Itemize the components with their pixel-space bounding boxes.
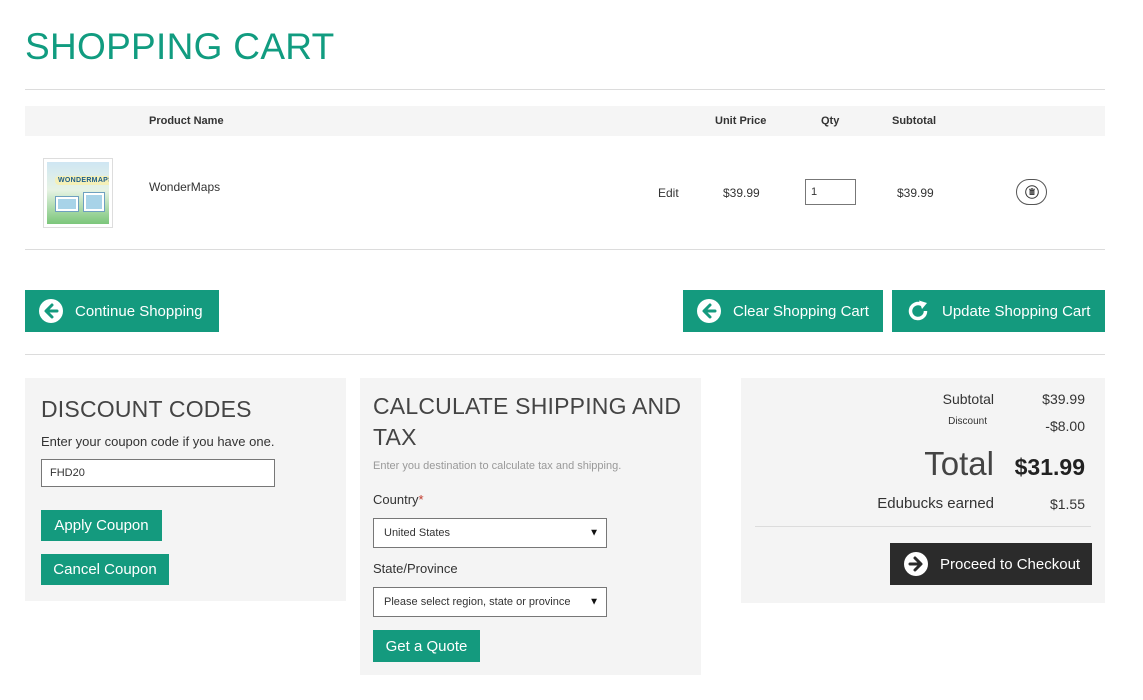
shipping-hint: Enter you destination to calculate tax a… [373, 460, 622, 472]
totals-panel: Subtotal $39.99 Discount -$8.00 Total $3… [741, 378, 1105, 603]
arrow-left-circle-icon [38, 298, 64, 324]
coupon-code-value: FHD20 [50, 467, 85, 479]
product-logo: WONDERMAPS [55, 176, 109, 185]
totals-divider [755, 526, 1091, 527]
clear-cart-label: Clear Shopping Cart [733, 302, 869, 320]
state-select[interactable]: Please select region, state or province … [373, 587, 607, 617]
country-value: United States [384, 527, 451, 539]
header-qty: Qty [821, 115, 840, 127]
trash-icon [1024, 185, 1039, 199]
shipping-panel: CALCULATE SHIPPING AND TAX Enter you des… [360, 378, 701, 675]
dropdown-arrow-icon: ▼ [589, 596, 599, 608]
continue-shopping-button[interactable]: Continue Shopping [25, 290, 219, 332]
arrow-right-circle-icon [903, 551, 929, 577]
cart-row: WONDERMAPS WonderMaps Edit $39.99 $39.99 [25, 136, 1105, 249]
state-value: Please select region, state or province [384, 596, 571, 608]
qty-input[interactable] [805, 179, 856, 205]
dropdown-arrow-icon: ▼ [589, 527, 599, 539]
header-unit-price: Unit Price [715, 115, 767, 127]
discount-label: Discount [948, 416, 987, 427]
product-thumbnail[interactable]: WONDERMAPS [43, 158, 113, 228]
total-label: Total [924, 445, 994, 482]
total-value: $31.99 [1014, 454, 1085, 480]
proceed-to-checkout-button[interactable]: Proceed to Checkout [890, 543, 1092, 585]
row-subtotal: $39.99 [897, 186, 934, 200]
subtotal-label: Subtotal [942, 391, 994, 407]
discount-value: -$8.00 [1045, 418, 1085, 434]
state-label: State/Province [373, 561, 458, 576]
checkout-label: Proceed to Checkout [940, 555, 1081, 573]
divider [25, 249, 1105, 250]
update-cart-button[interactable]: Update Shopping Cart [892, 290, 1105, 332]
get-quote-button[interactable]: Get a Quote [373, 630, 480, 662]
divider [25, 89, 1105, 90]
coupon-code-input[interactable]: FHD20 [41, 459, 275, 487]
edubucks-value: $1.55 [1049, 496, 1085, 512]
product-image: WONDERMAPS [47, 162, 109, 224]
clear-cart-button[interactable]: Clear Shopping Cart [683, 290, 883, 332]
update-cart-label: Update Shopping Cart [942, 302, 1091, 320]
shipping-title-line2: TAX [373, 424, 417, 450]
discount-hint: Enter your coupon code if you have one. [41, 434, 275, 449]
arrow-left-circle-icon [696, 298, 722, 324]
divider [25, 354, 1105, 355]
continue-shopping-label: Continue Shopping [75, 302, 203, 320]
unit-price: $39.99 [723, 186, 760, 200]
header-subtotal: Subtotal [892, 115, 936, 127]
apply-coupon-button[interactable]: Apply Coupon [41, 510, 162, 541]
discount-title: DISCOUNT CODES [41, 396, 252, 422]
refresh-icon [905, 298, 931, 324]
edit-link[interactable]: Edit [658, 186, 679, 200]
country-label: Country* [373, 492, 424, 507]
cart-table-header: Product Name Unit Price Qty Subtotal [25, 106, 1105, 136]
edubucks-label: Edubucks earned [877, 495, 994, 512]
cancel-coupon-button[interactable]: Cancel Coupon [41, 554, 169, 585]
header-product-name: Product Name [149, 115, 224, 127]
required-mark: * [418, 492, 424, 507]
shipping-title-line1: CALCULATE SHIPPING AND [373, 393, 682, 419]
discount-panel: DISCOUNT CODES Enter your coupon code if… [25, 378, 346, 601]
page-title: SHOPPING CART [25, 26, 335, 67]
remove-item-button[interactable] [1016, 179, 1047, 205]
country-select[interactable]: United States ▼ [373, 518, 607, 548]
product-name[interactable]: WonderMaps [149, 180, 220, 194]
subtotal-value: $39.99 [1042, 391, 1085, 407]
